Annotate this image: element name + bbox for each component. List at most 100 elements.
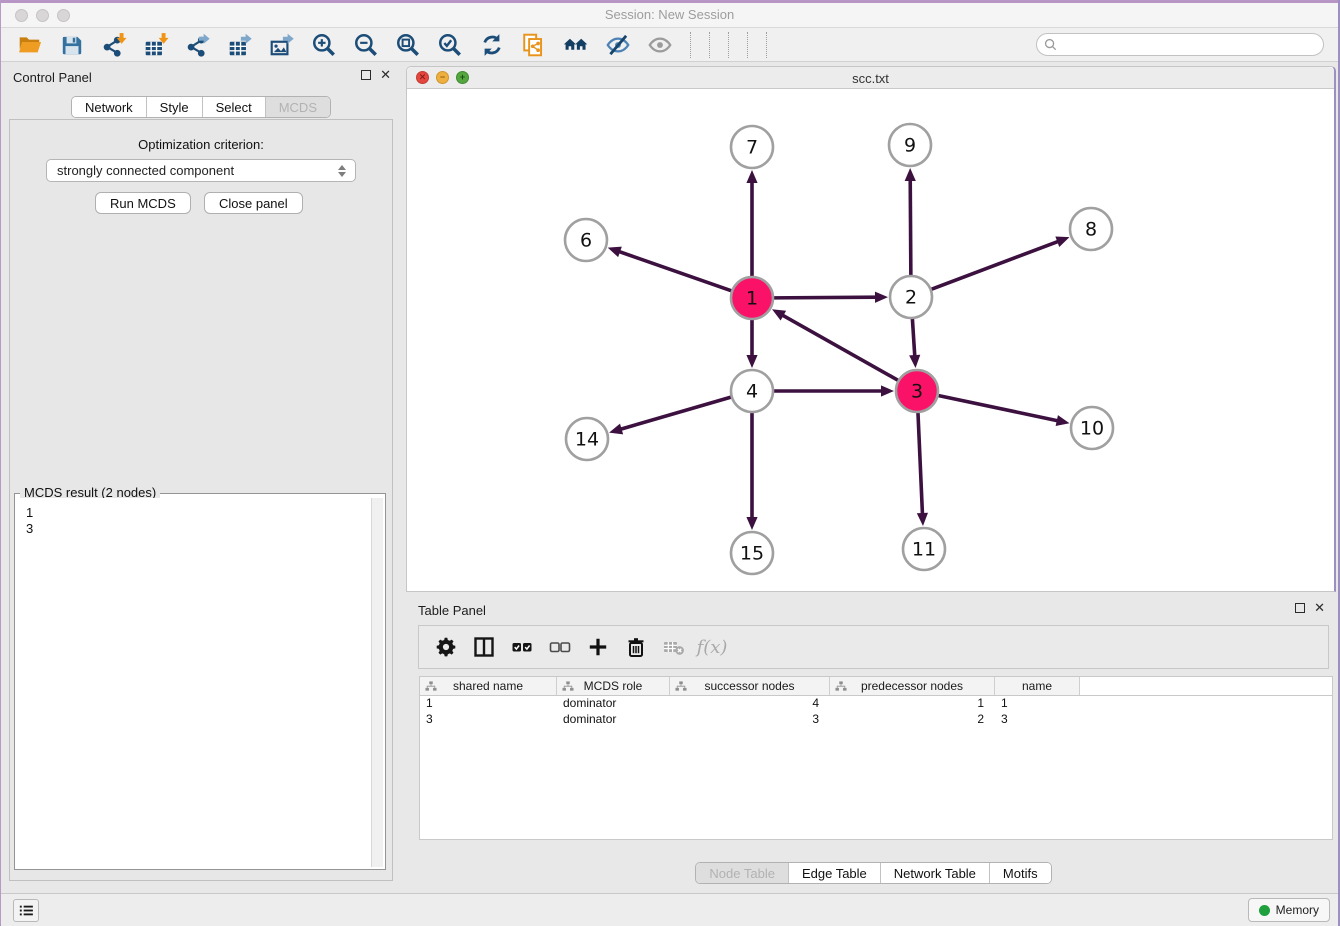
split-columns-button[interactable] [469,632,499,662]
node-label-9: 9 [904,135,916,157]
zoom-out-button[interactable] [351,30,381,60]
node-label-1: 1 [746,288,758,310]
refresh-layout-icon [479,32,505,58]
export-network-button[interactable] [183,30,213,60]
memory-status-icon [1259,905,1270,916]
network-from-document-button[interactable] [519,30,549,60]
column-header-successor-nodes[interactable]: successor nodes [670,677,830,695]
tab-select[interactable]: Select [202,97,265,117]
cell-name[interactable]: 1 [995,696,1080,712]
tab-network-table[interactable]: Network Table [880,863,989,883]
task-history-button[interactable] [13,899,39,922]
edge-1-6[interactable] [618,251,732,291]
table-row-2[interactable]: 3dominator323 [420,712,1332,728]
toolbar-separator [766,32,767,58]
edge-2-8[interactable] [931,241,1060,290]
edge-3-11[interactable] [918,412,923,515]
edge-4-14[interactable] [620,397,732,430]
tab-style[interactable]: Style [146,97,202,117]
add-row-button[interactable] [583,632,613,662]
node-table: shared nameMCDS rolesuccessor nodesprede… [419,676,1333,840]
mcds-result-node: 1 [26,505,374,521]
cell-shared-name[interactable]: 1 [420,696,557,712]
search-input[interactable] [1062,37,1323,52]
network-view-window: ✕ − + scc.txt 7968124314101511 [406,66,1336,592]
tab-mcds[interactable]: MCDS [265,97,330,117]
optimization-criterion-dropdown[interactable]: strongly connected component [46,159,356,182]
close-table-panel-icon[interactable]: ✕ [1314,603,1325,613]
edge-arrow-1-4 [746,355,757,368]
edge-2-9[interactable] [910,179,911,276]
select-all-checkbox-button[interactable] [507,632,537,662]
save-session-icon [59,32,85,58]
open-session-icon [17,32,43,58]
export-image-icon [269,32,295,58]
memory-button[interactable]: Memory [1248,898,1330,922]
zoom-selected-button[interactable] [435,30,465,60]
column-header-MCDS-role[interactable]: MCDS role [557,677,670,695]
node-label-4: 4 [746,381,758,403]
export-table-button[interactable] [225,30,255,60]
cell-MCDS-role[interactable]: dominator [557,696,670,712]
cell-predecessor-nodes[interactable]: 1 [830,696,995,712]
cell-shared-name[interactable]: 3 [420,712,557,728]
main-toolbar [1,28,1338,62]
column-header-predecessor-nodes[interactable]: predecessor nodes [830,677,995,695]
export-image-button[interactable] [267,30,297,60]
network-window-titlebar[interactable]: ✕ − + scc.txt [407,67,1334,89]
cell-successor-nodes[interactable]: 4 [670,696,830,712]
tab-network[interactable]: Network [72,97,146,117]
edge-2-3[interactable] [912,318,914,357]
dropdown-value: strongly connected component [57,163,333,178]
control-panel-header: Control Panel ✕ [1,62,401,92]
float-table-panel-icon[interactable] [1295,603,1305,613]
refresh-layout-button[interactable] [477,30,507,60]
control-panel: Control Panel ✕ NetworkStyleSelectMCDS O… [1,62,401,893]
mcds-result-list[interactable]: 13 [17,498,383,867]
delete-table-button [659,632,689,662]
tab-node-table[interactable]: Node Table [696,863,788,883]
node-label-6: 6 [580,230,592,252]
tab-edge-table[interactable]: Edge Table [788,863,880,883]
import-network-button[interactable] [99,30,129,60]
close-panel-icon[interactable]: ✕ [380,70,391,80]
edge-3-10[interactable] [938,395,1059,421]
delete-row-icon [624,635,648,659]
cell-predecessor-nodes[interactable]: 2 [830,712,995,728]
cell-name[interactable]: 3 [995,712,1080,728]
table-toolbar: f(x) [418,625,1329,669]
cell-MCDS-role[interactable]: dominator [557,712,670,728]
control-panel-tabs: NetworkStyleSelectMCDS [71,96,331,118]
close-panel-button[interactable]: Close panel [204,192,303,214]
zoom-fit-button[interactable] [393,30,423,60]
search-box[interactable] [1036,33,1324,56]
float-panel-icon[interactable] [361,70,371,80]
cell-successor-nodes[interactable]: 3 [670,712,830,728]
zoom-in-button[interactable] [309,30,339,60]
home-button[interactable] [561,30,591,60]
status-bar: Memory [1,893,1338,926]
zoom-selected-icon [437,32,463,58]
edge-1-2[interactable] [773,297,877,298]
save-session-button[interactable] [57,30,87,60]
table-row-1[interactable]: 1dominator411 [420,696,1332,712]
tab-motifs[interactable]: Motifs [989,863,1051,883]
control-panel-title: Control Panel [13,70,92,85]
export-table-icon [227,32,253,58]
hide-all-panels-button[interactable] [603,30,633,60]
run-mcds-button[interactable]: Run MCDS [95,192,191,214]
column-header-name[interactable]: name [995,677,1080,695]
edge-3-1[interactable] [782,315,899,381]
result-scrollbar[interactable] [371,498,383,867]
edge-arrow-2-8 [1055,236,1069,246]
column-header-shared-name[interactable]: shared name [420,677,557,695]
delete-row-button[interactable] [621,632,651,662]
select-all-checkbox-icon [510,635,534,659]
edge-arrow-3-11 [917,513,928,526]
settings-button[interactable] [431,632,461,662]
deselect-all-checkbox-button[interactable] [545,632,575,662]
network-canvas[interactable]: 7968124314101511 [407,89,1335,592]
import-table-button[interactable] [141,30,171,60]
edge-arrow-4-14 [609,424,623,435]
open-session-button[interactable] [15,30,45,60]
